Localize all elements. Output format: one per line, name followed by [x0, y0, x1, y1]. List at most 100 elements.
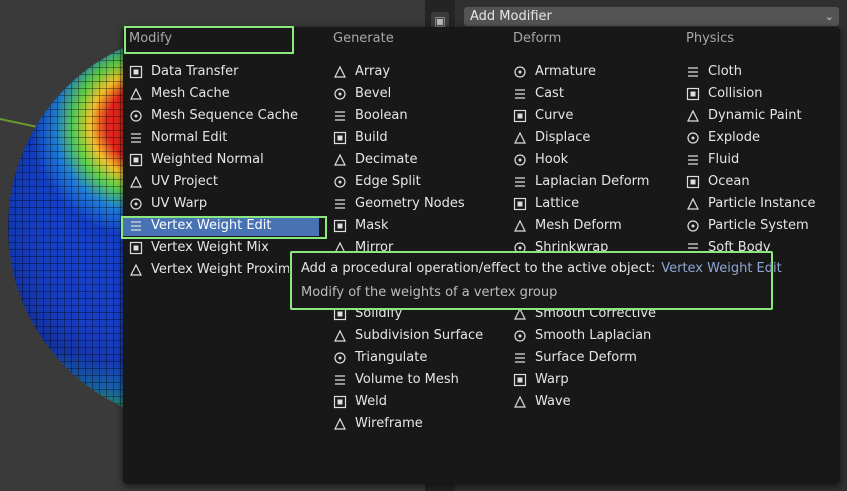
- menu-item-uv-warp[interactable]: UV Warp: [129, 194, 207, 214]
- menu-item-label: Weighted Normal: [151, 152, 264, 167]
- uv-project-icon: [129, 175, 143, 189]
- menu-item-edge-split[interactable]: Edge Split: [333, 172, 421, 192]
- menu-item-label: Armature: [535, 64, 597, 79]
- menu-item-bevel[interactable]: Bevel: [333, 84, 391, 104]
- menu-item-label: Weld: [355, 394, 387, 409]
- menu-item-label: Hook: [535, 152, 569, 167]
- cast-icon: [513, 87, 527, 101]
- menu-item-label: Vertex Weight Mix: [151, 240, 269, 255]
- add-modifier-button[interactable]: Add Modifier ⌄: [464, 7, 839, 26]
- menu-item-label: Wave: [535, 394, 571, 409]
- menu-item-wave[interactable]: Wave: [513, 392, 571, 412]
- vertex-weight-icon: [129, 219, 143, 233]
- menu-item-normal-edit[interactable]: Normal Edit: [129, 128, 227, 148]
- menu-item-label: Mask: [355, 218, 389, 233]
- menu-item-laplacian-deform[interactable]: Laplacian Deform: [513, 172, 649, 192]
- tooltip-modifier-name: Vertex Weight Edit: [661, 261, 782, 276]
- column-header-physics: Physics: [686, 31, 735, 46]
- menu-item-label: Surface Deform: [535, 350, 637, 365]
- weighted-normal-icon: [129, 153, 143, 167]
- menu-item-label: Smooth Laplacian: [535, 328, 652, 343]
- particle-system-icon: [686, 219, 700, 233]
- vertex-weight-icon: [129, 241, 143, 255]
- menu-item-wireframe[interactable]: Wireframe: [333, 414, 423, 434]
- menu-item-mask[interactable]: Mask: [333, 216, 388, 236]
- menu-item-mesh-deform[interactable]: Mesh Deform: [513, 216, 622, 236]
- menu-item-label: Collision: [708, 86, 763, 101]
- menu-item-decimate[interactable]: Decimate: [333, 150, 418, 170]
- boolean-icon: [333, 109, 347, 123]
- menu-item-label: Fluid: [708, 152, 740, 167]
- menu-item-volume-to-mesh[interactable]: Volume to Mesh: [333, 370, 459, 390]
- menu-item-dynamic-paint[interactable]: Dynamic Paint: [686, 106, 802, 126]
- menu-item-weld[interactable]: Weld: [333, 392, 387, 412]
- menu-item-armature[interactable]: Armature: [513, 62, 596, 82]
- hook-icon: [513, 153, 527, 167]
- wave-icon: [513, 395, 527, 409]
- menu-item-label: UV Project: [151, 174, 219, 189]
- menu-item-label: Wireframe: [355, 416, 423, 431]
- menu-item-label: Curve: [535, 108, 574, 123]
- menu-item-weighted-normal[interactable]: Weighted Normal: [129, 150, 264, 170]
- data-transfer-icon: [129, 65, 143, 79]
- menu-item-label: Triangulate: [355, 350, 428, 365]
- volume-to-mesh-icon: [333, 373, 347, 387]
- tooltip-description: Add a procedural operation/effect to the…: [301, 261, 656, 276]
- menu-item-lattice[interactable]: Lattice: [513, 194, 579, 214]
- fluid-icon: [686, 153, 700, 167]
- menu-item-particle-system[interactable]: Particle System: [686, 216, 809, 236]
- ocean-icon: [686, 175, 700, 189]
- add-modifier-label: Add Modifier: [470, 9, 552, 24]
- menu-item-label: Build: [355, 130, 388, 145]
- menu-item-vertex-weight-mix[interactable]: Vertex Weight Mix: [129, 238, 269, 258]
- menu-item-label: Cloth: [708, 64, 742, 79]
- menu-item-triangulate[interactable]: Triangulate: [333, 348, 427, 368]
- menu-item-label: Data Transfer: [151, 64, 239, 79]
- menu-item-fluid[interactable]: Fluid: [686, 150, 739, 170]
- menu-item-hook[interactable]: Hook: [513, 150, 568, 170]
- menu-item-label: Bevel: [355, 86, 392, 101]
- explode-icon: [686, 131, 700, 145]
- menu-item-label: Lattice: [535, 196, 580, 211]
- menu-item-displace[interactable]: Displace: [513, 128, 590, 148]
- wireframe-icon: [333, 417, 347, 431]
- menu-item-cloth[interactable]: Cloth: [686, 62, 742, 82]
- menu-item-particle-instance[interactable]: Particle Instance: [686, 194, 815, 214]
- mesh-cache-icon: [129, 87, 143, 101]
- menu-item-mesh-cache[interactable]: Mesh Cache: [129, 84, 230, 104]
- menu-item-explode[interactable]: Explode: [686, 128, 760, 148]
- menu-item-collision[interactable]: Collision: [686, 84, 762, 104]
- menu-item-label: Laplacian Deform: [535, 174, 650, 189]
- menu-item-smooth-laplacian[interactable]: Smooth Laplacian: [513, 326, 651, 346]
- menu-item-vertex-weight-proximi[interactable]: Vertex Weight Proximi: [129, 260, 289, 280]
- menu-item-array[interactable]: Array: [333, 62, 390, 82]
- lattice-icon: [513, 197, 527, 211]
- menu-item-boolean[interactable]: Boolean: [333, 106, 408, 126]
- menu-item-geometry-nodes[interactable]: Geometry Nodes: [333, 194, 465, 214]
- build-icon: [333, 131, 347, 145]
- menu-item-label: Cast: [535, 86, 564, 101]
- menu-item-surface-deform[interactable]: Surface Deform: [513, 348, 637, 368]
- menu-item-build[interactable]: Build: [333, 128, 388, 148]
- menu-item-label: Vertex Weight Proximi: [151, 262, 289, 277]
- laplacian-deform-icon: [513, 175, 527, 189]
- geometry-nodes-icon: [333, 197, 347, 211]
- menu-item-mesh-sequence-cache[interactable]: Mesh Sequence Cache: [129, 106, 298, 126]
- menu-item-uv-project[interactable]: UV Project: [129, 172, 218, 192]
- edge-split-icon: [333, 175, 347, 189]
- column-header-modify: Modify: [129, 31, 173, 46]
- menu-item-data-transfer[interactable]: Data Transfer: [129, 62, 238, 82]
- menu-item-label: Mesh Sequence Cache: [151, 108, 299, 123]
- menu-item-label: Particle Instance: [708, 196, 816, 211]
- menu-item-curve[interactable]: Curve: [513, 106, 573, 126]
- menu-item-cast[interactable]: Cast: [513, 84, 564, 104]
- menu-item-label: Geometry Nodes: [355, 196, 465, 211]
- displace-icon: [513, 131, 527, 145]
- menu-item-ocean[interactable]: Ocean: [686, 172, 750, 192]
- mesh-deform-icon: [513, 219, 527, 233]
- particle-instance-icon: [686, 197, 700, 211]
- menu-item-warp[interactable]: Warp: [513, 370, 569, 390]
- menu-item-subdivision-surface[interactable]: Subdivision Surface: [333, 326, 483, 346]
- menu-item-vertex-weight-edit[interactable]: Vertex Weight Edit: [123, 216, 319, 236]
- surface-deform-icon: [513, 351, 527, 365]
